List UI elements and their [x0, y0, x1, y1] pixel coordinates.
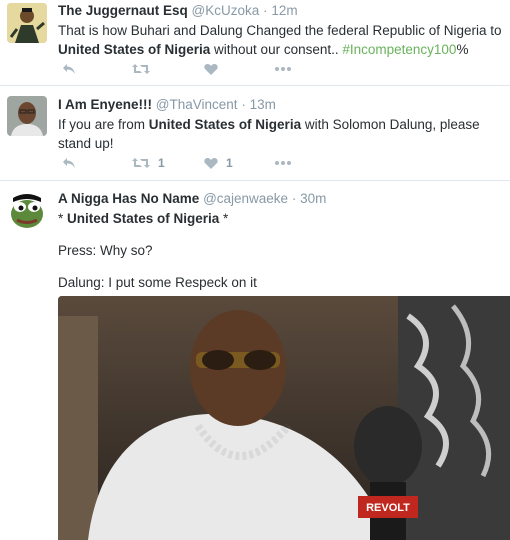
tweet-text-part: without our consent..: [210, 42, 343, 57]
tweet-text-part: If you are from: [58, 117, 149, 132]
tweet-header: The Juggernaut Esq @KcUzoka · 12m: [58, 2, 504, 20]
user-handle[interactable]: @cajenwaeke: [203, 191, 288, 206]
retweet-count: 1: [158, 156, 165, 170]
pepe-frog-avatar-icon: [7, 190, 47, 230]
reply-icon: [63, 64, 75, 74]
tweet[interactable]: The Juggernaut Esq @KcUzoka · 12m That i…: [0, 0, 510, 86]
display-name[interactable]: I Am Enyene!!!: [58, 97, 152, 112]
display-name[interactable]: The Juggernaut Esq: [58, 3, 188, 18]
tweet-text-bold: United States of Nigeria: [58, 42, 211, 57]
more-icon: [275, 67, 291, 71]
timestamp[interactable]: 13m: [250, 97, 276, 112]
tweet-header: I Am Enyene!!! @ThaVincent · 13m: [58, 96, 504, 114]
tweet-media-image[interactable]: REVOLT: [58, 296, 510, 540]
tweet-text-part: That is how Buhari and Dalung Changed th…: [58, 23, 502, 38]
avatar[interactable]: [7, 190, 47, 230]
like-button[interactable]: 1: [204, 154, 233, 172]
timestamp[interactable]: 30m: [300, 191, 326, 206]
tweet-text: That is how Buhari and Dalung Changed th…: [58, 21, 504, 59]
more-icon: [275, 161, 291, 165]
user-handle[interactable]: @KcUzoka: [192, 3, 260, 18]
reply-icon: [63, 158, 75, 168]
tweet-line: Press: Why so?: [58, 243, 153, 258]
avatar[interactable]: [7, 96, 47, 136]
tweet-text-bold: United States of Nigeria: [148, 117, 302, 132]
tweet-text-part: *: [58, 211, 68, 226]
retweet-icon: [132, 158, 150, 168]
user-handle[interactable]: @ThaVincent: [156, 97, 238, 112]
reply-button[interactable]: [62, 154, 76, 172]
more-button[interactable]: [275, 60, 291, 78]
reply-button[interactable]: [62, 60, 76, 78]
tweet[interactable]: I Am Enyene!!! @ThaVincent · 13m If you …: [0, 86, 510, 181]
display-name[interactable]: A Nigga Has No Name: [58, 191, 199, 206]
tweet-line: Dalung: I put some Respeck on it: [58, 275, 257, 290]
tweet-text-part: %: [456, 42, 469, 57]
tweet-text-part: *: [219, 211, 229, 226]
tweet-text: If you are from United States of Nigeria…: [58, 115, 504, 153]
separator: ·: [241, 97, 246, 112]
hashtag-link[interactable]: #Incompetency100: [342, 42, 456, 57]
tweet-line: * United States of Nigeria *: [58, 209, 504, 228]
like-count: 1: [226, 156, 233, 170]
separator: ·: [291, 191, 297, 206]
retweet-icon: [132, 64, 150, 74]
like-button[interactable]: [204, 60, 226, 78]
more-button[interactable]: [275, 154, 291, 172]
drawn-character-avatar-icon: [7, 3, 47, 43]
tweet[interactable]: A Nigga Has No Name @cajenwaeke · 30m * …: [0, 181, 510, 540]
tweet-text: * United States of Nigeria * Press: Why …: [58, 209, 504, 292]
user-photo-avatar-icon: [7, 96, 47, 136]
retweet-button[interactable]: [132, 60, 158, 78]
retweet-button[interactable]: 1: [132, 154, 165, 172]
separator: ·: [263, 3, 268, 18]
avatar[interactable]: [7, 3, 47, 43]
mic-flag-label: REVOLT: [366, 502, 410, 514]
heart-icon: [204, 158, 218, 169]
tweet-header: A Nigga Has No Name @cajenwaeke · 30m: [58, 190, 504, 208]
tweet-text-bold: United States of Nigeria: [67, 211, 220, 226]
timestamp[interactable]: 12m: [271, 3, 297, 18]
photo-of-man-with-microphone: REVOLT: [58, 296, 510, 540]
tweet-actions: 1 1: [58, 154, 318, 172]
tweet-actions: [58, 60, 318, 78]
heart-icon: [204, 64, 218, 75]
